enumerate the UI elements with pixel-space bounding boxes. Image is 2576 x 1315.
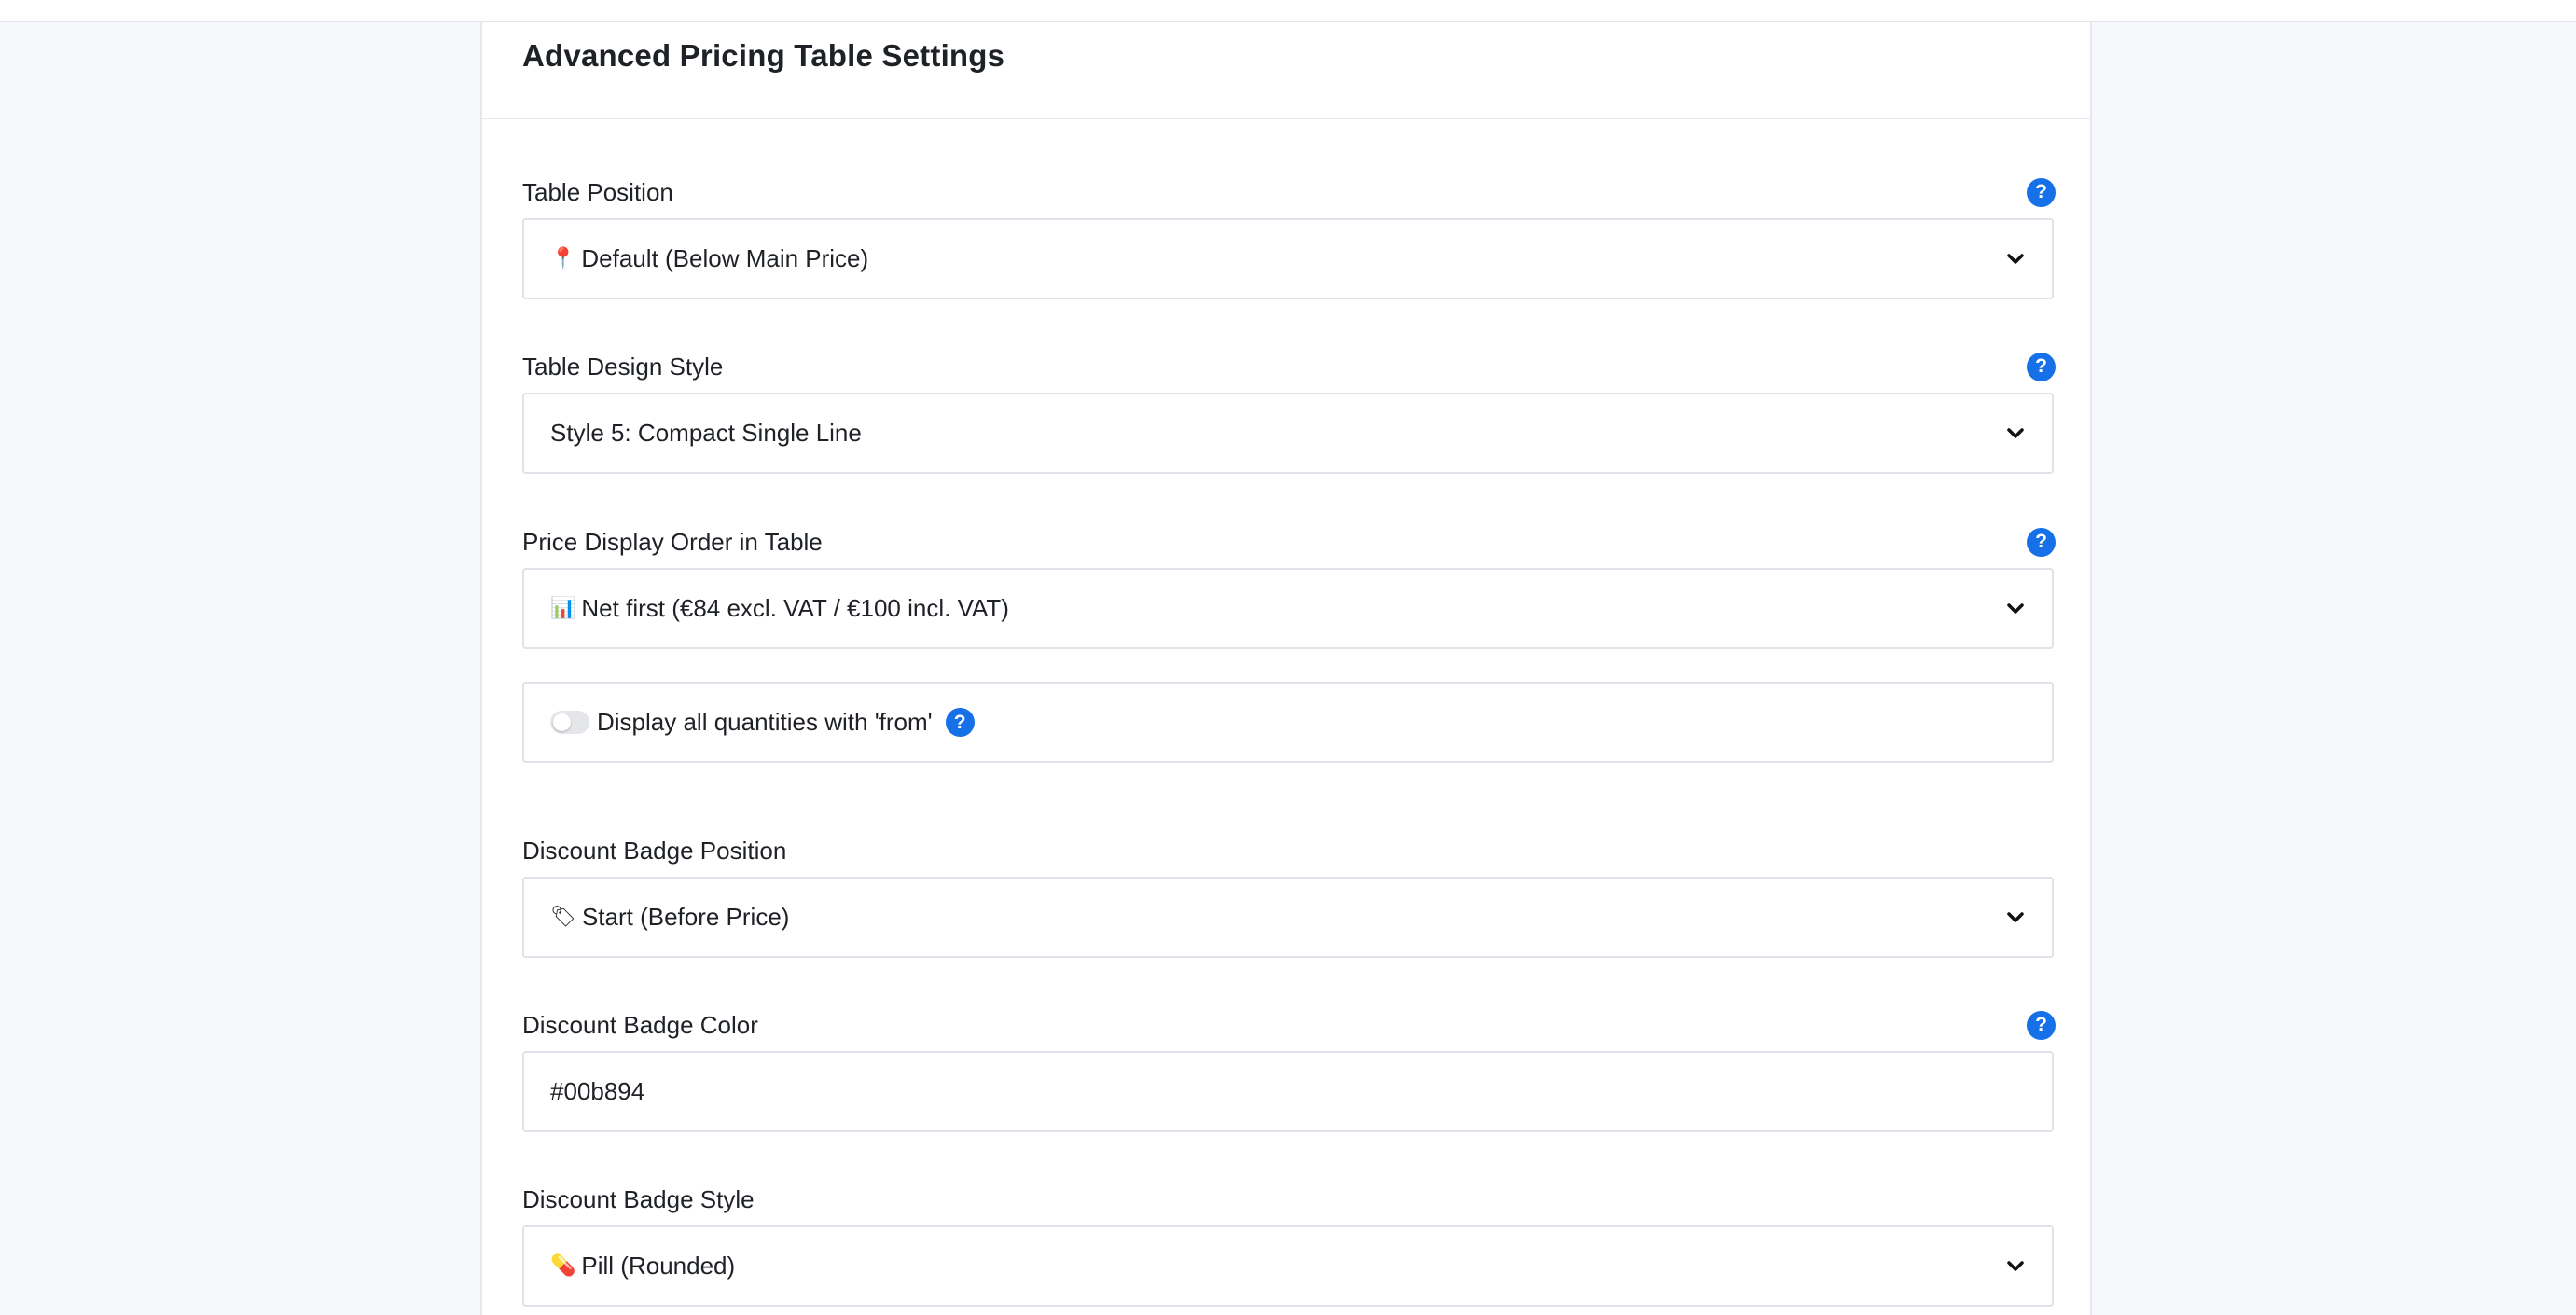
display-from-label: Display all quantities with 'from' bbox=[597, 708, 933, 736]
table-position-label: Table Position bbox=[522, 178, 673, 206]
panel-header: Advanced Pricing Table Settings bbox=[482, 22, 2090, 119]
table-design-style-select[interactable]: Style 5: Compact Single Line bbox=[522, 393, 2054, 474]
help-icon[interactable]: ? bbox=[2027, 1010, 2056, 1040]
help-icon[interactable]: ? bbox=[2027, 527, 2056, 557]
price-display-order-select[interactable]: 📊 Net first (€84 excl. VAT / €100 incl. … bbox=[522, 568, 2054, 649]
discount-badge-position-value: Start (Before Price) bbox=[581, 903, 790, 931]
label-row: Discount Badge Color ? bbox=[522, 1004, 2056, 1045]
pin-icon: 📍 bbox=[550, 247, 576, 270]
price-display-order-label: Price Display Order in Table bbox=[522, 528, 823, 556]
tag-icon: 🏷 bbox=[550, 906, 576, 929]
settings-panel: Advanced Pricing Table Settings Table Po… bbox=[480, 22, 2092, 1315]
chevron-down-icon bbox=[2005, 423, 2026, 444]
pill-icon: 💊 bbox=[550, 1254, 576, 1278]
chevron-down-icon bbox=[2005, 907, 2026, 928]
label-row: Table Design Style ? bbox=[522, 346, 2056, 387]
discount-badge-style-field: Discount Badge Style 💊 Pill (Rounded) bbox=[522, 1179, 2054, 1307]
bar-chart-icon: 📊 bbox=[550, 597, 576, 620]
help-icon[interactable]: ? bbox=[2027, 352, 2056, 381]
label-row: Table Position ? bbox=[522, 172, 2056, 213]
help-icon[interactable]: ? bbox=[2027, 177, 2056, 207]
discount-badge-position-select[interactable]: 🏷 Start (Before Price) bbox=[522, 877, 2054, 958]
discount-badge-style-label: Discount Badge Style bbox=[522, 1185, 755, 1213]
display-from-switch[interactable] bbox=[550, 711, 589, 734]
discount-badge-color-input[interactable]: #00b894 bbox=[522, 1051, 2054, 1132]
help-icon[interactable]: ? bbox=[945, 708, 975, 737]
discount-badge-style-value: Pill (Rounded) bbox=[581, 1252, 736, 1280]
label-row: Discount Badge Style bbox=[522, 1179, 2054, 1220]
page-title: Advanced Pricing Table Settings bbox=[522, 38, 1005, 73]
discount-badge-position-field: Discount Badge Position 🏷 Start (Before … bbox=[522, 830, 2054, 958]
discount-badge-color-field: Discount Badge Color ? #00b894 bbox=[522, 1004, 2056, 1132]
table-position-select[interactable]: 📍 Default (Below Main Price) bbox=[522, 218, 2054, 299]
chevron-down-icon bbox=[2005, 599, 2026, 619]
switch-knob bbox=[553, 713, 571, 731]
label-row: Price Display Order in Table ? bbox=[522, 521, 2056, 562]
discount-badge-color-value: #00b894 bbox=[550, 1077, 645, 1105]
price-display-order-value: Net first (€84 excl. VAT / €100 incl. VA… bbox=[581, 594, 1009, 622]
price-display-order-field: Price Display Order in Table ? 📊 Net fir… bbox=[522, 521, 2056, 649]
chevron-down-icon bbox=[2005, 1256, 2026, 1277]
display-from-toggle-row: Display all quantities with 'from' ? bbox=[522, 682, 2054, 763]
table-design-style-field: Table Design Style ? Style 5: Compact Si… bbox=[522, 346, 2056, 474]
top-bar bbox=[0, 0, 2576, 22]
chevron-down-icon bbox=[2005, 249, 2026, 270]
discount-badge-position-label: Discount Badge Position bbox=[522, 837, 787, 865]
table-design-style-value: Style 5: Compact Single Line bbox=[550, 419, 862, 447]
table-position-value: Default (Below Main Price) bbox=[581, 244, 869, 272]
table-design-style-label: Table Design Style bbox=[522, 353, 724, 381]
label-row: Discount Badge Position bbox=[522, 830, 2054, 871]
table-position-field: Table Position ? 📍 Default (Below Main P… bbox=[522, 172, 2056, 299]
discount-badge-color-label: Discount Badge Color bbox=[522, 1011, 758, 1039]
discount-badge-style-select[interactable]: 💊 Pill (Rounded) bbox=[522, 1225, 2054, 1307]
